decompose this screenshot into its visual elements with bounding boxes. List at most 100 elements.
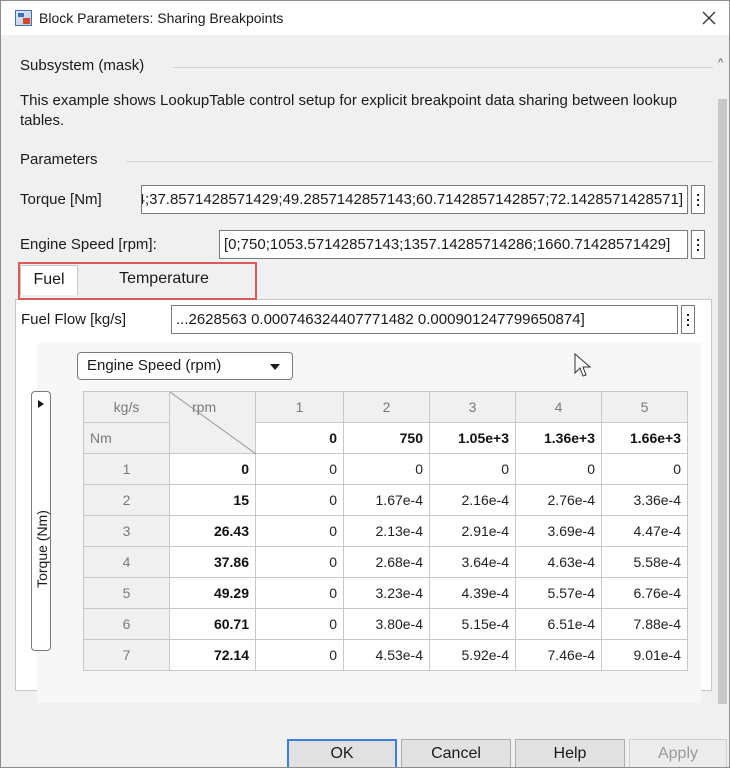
table-cell[interactable]: 3.80e-4 bbox=[343, 608, 430, 640]
parameters-heading: Parameters bbox=[20, 151, 98, 168]
table-cell[interactable]: 9.01e-4 bbox=[601, 639, 688, 671]
table-cell[interactable]: 5.15e-4 bbox=[429, 608, 516, 640]
table-cell[interactable]: 0 bbox=[255, 546, 344, 578]
table-row: 5 49.29 0 3.23e-4 4.39e-4 5.57e-4 6.76e-4 bbox=[83, 577, 688, 609]
table-cell[interactable]: 0 bbox=[255, 515, 344, 547]
table-cell[interactable]: 0 bbox=[429, 453, 516, 485]
row-breakpoint[interactable]: 0 bbox=[169, 453, 256, 485]
row-breakpoint[interactable]: 37.86 bbox=[169, 546, 256, 578]
table-row: 3 26.43 0 2.13e-4 2.91e-4 3.69e-4 4.47e-4 bbox=[83, 515, 688, 547]
table-cell[interactable]: 0 bbox=[255, 453, 344, 485]
close-icon bbox=[702, 11, 716, 25]
engine-speed-more-button[interactable] bbox=[691, 230, 705, 259]
torque-more-button[interactable] bbox=[691, 185, 705, 214]
tab-highlight-box bbox=[18, 262, 257, 300]
scroll-up-icon[interactable]: ^ bbox=[718, 57, 723, 69]
units-label: rpm bbox=[192, 399, 217, 415]
engine-speed-label: Engine Speed [rpm]: bbox=[20, 236, 157, 253]
apply-button: Apply bbox=[629, 739, 727, 767]
row-axis-label: Torque (Nm) bbox=[34, 510, 50, 588]
expand-arrow-icon bbox=[38, 400, 44, 408]
table-cell[interactable]: 7.88e-4 bbox=[601, 608, 688, 640]
row-axis-button[interactable]: Torque (Nm) bbox=[31, 391, 51, 651]
table-cell[interactable]: 3.36e-4 bbox=[601, 484, 688, 516]
group-divider bbox=[126, 161, 713, 162]
table-cell[interactable]: 2.13e-4 bbox=[343, 515, 430, 547]
group-divider bbox=[173, 67, 713, 68]
col-index: 1 bbox=[255, 391, 344, 423]
row-breakpoint[interactable]: 26.43 bbox=[169, 515, 256, 547]
table-cell[interactable]: 3.23e-4 bbox=[343, 577, 430, 609]
row-index: 7 bbox=[83, 639, 170, 671]
corner-cell: rpm bbox=[169, 391, 256, 454]
dialog-footer: OK Cancel Help Apply bbox=[1, 729, 729, 767]
col-index: 2 bbox=[343, 391, 430, 423]
table-cell[interactable]: 4.39e-4 bbox=[429, 577, 516, 609]
table-cell[interactable]: 6.76e-4 bbox=[601, 577, 688, 609]
table-body: 1 0 0 0 0 0 0 2 15 0 1.67e-4 2.16e-4 2.76e-4 3.36e-4 3… bbox=[83, 453, 688, 671]
table-cell[interactable]: 0 bbox=[255, 577, 344, 609]
column-axis-dropdown[interactable]: Engine Speed (rpm) bbox=[77, 352, 293, 380]
col-breakpoint[interactable]: 1.05e+3 bbox=[429, 422, 516, 454]
vertical-scrollbar[interactable]: ^ v bbox=[715, 35, 729, 741]
table-cell[interactable]: 0 bbox=[255, 639, 344, 671]
fuel-flow-input[interactable]: ...2628563 0.000746324407771482 0.000901… bbox=[171, 305, 678, 334]
table-cell[interactable]: 5.58e-4 bbox=[601, 546, 688, 578]
table-cell[interactable]: 4.47e-4 bbox=[601, 515, 688, 547]
table-cell[interactable]: 6.51e-4 bbox=[515, 608, 602, 640]
table-cell[interactable]: 4.53e-4 bbox=[343, 639, 430, 671]
table-row: 2 15 0 1.67e-4 2.16e-4 2.76e-4 3.36e-4 bbox=[83, 484, 688, 516]
row-index: 5 bbox=[83, 577, 170, 609]
table-cell[interactable]: 0 bbox=[515, 453, 602, 485]
col-breakpoint[interactable]: 0 bbox=[255, 422, 344, 454]
close-button[interactable] bbox=[695, 4, 723, 32]
table-cell[interactable]: 2.91e-4 bbox=[429, 515, 516, 547]
table-row: 6 60.71 0 3.80e-4 5.15e-4 6.51e-4 7.88e-4 bbox=[83, 608, 688, 640]
cancel-button[interactable]: Cancel bbox=[401, 739, 511, 767]
row-index: 4 bbox=[83, 546, 170, 578]
table-cell[interactable]: 0 bbox=[601, 453, 688, 485]
subsystem-heading: Subsystem (mask) bbox=[20, 57, 145, 74]
table-cell[interactable]: 5.57e-4 bbox=[515, 577, 602, 609]
table-row: 7 72.14 0 4.53e-4 5.92e-4 7.46e-4 9.01e-4 bbox=[83, 639, 688, 671]
col-index: 3 bbox=[429, 391, 516, 423]
col-breakpoint[interactable]: 1.66e+3 bbox=[601, 422, 688, 454]
row-index: 1 bbox=[83, 453, 170, 485]
simulink-block-icon bbox=[15, 10, 32, 26]
col-index: 5 bbox=[601, 391, 688, 423]
table-cell[interactable]: 0 bbox=[255, 608, 344, 640]
row-breakpoint[interactable]: 49.29 bbox=[169, 577, 256, 609]
fuel-flow-more-button[interactable] bbox=[681, 305, 695, 334]
table-cell[interactable]: 3.64e-4 bbox=[429, 546, 516, 578]
table-cell[interactable]: 5.92e-4 bbox=[429, 639, 516, 671]
table-cell[interactable]: 3.69e-4 bbox=[515, 515, 602, 547]
table-cell[interactable]: 2.68e-4 bbox=[343, 546, 430, 578]
table-cell[interactable]: 0 bbox=[255, 484, 344, 516]
block-parameters-dialog: Block Parameters: Sharing Breakpoints Su… bbox=[0, 0, 730, 768]
row-breakpoint[interactable]: 60.71 bbox=[169, 608, 256, 640]
table-cell[interactable]: 0 bbox=[343, 453, 430, 485]
table-cell[interactable]: 2.76e-4 bbox=[515, 484, 602, 516]
units-cell: kg/s bbox=[83, 391, 170, 423]
dropdown-value: Engine Speed (rpm) bbox=[87, 357, 222, 374]
torque-label: Torque [Nm] bbox=[20, 191, 102, 208]
table-cell[interactable]: 4.63e-4 bbox=[515, 546, 602, 578]
help-button[interactable]: Help bbox=[515, 739, 625, 767]
col-index: 4 bbox=[515, 391, 602, 423]
row-breakpoint[interactable]: 15 bbox=[169, 484, 256, 516]
table-cell[interactable]: 2.16e-4 bbox=[429, 484, 516, 516]
scroll-thumb[interactable] bbox=[718, 99, 727, 704]
table-header-row: kg/s rpm 1 2 3 4 5 bbox=[83, 391, 688, 454]
engine-speed-input[interactable]: [0;750;1053.57142857143;1357.14285714286… bbox=[219, 230, 688, 259]
table-cell[interactable]: 7.46e-4 bbox=[515, 639, 602, 671]
ok-button[interactable]: OK bbox=[287, 739, 397, 767]
torque-input[interactable]: [0;15;26.4285714285714;37.8571428571429;… bbox=[141, 185, 688, 214]
units-cell: Nm bbox=[83, 422, 170, 454]
mouse-cursor-icon bbox=[574, 353, 592, 377]
row-breakpoint[interactable]: 72.14 bbox=[169, 639, 256, 671]
col-breakpoint[interactable]: 750 bbox=[343, 422, 430, 454]
col-breakpoint[interactable]: 1.36e+3 bbox=[515, 422, 602, 454]
row-index: 6 bbox=[83, 608, 170, 640]
row-index: 3 bbox=[83, 515, 170, 547]
table-cell[interactable]: 1.67e-4 bbox=[343, 484, 430, 516]
